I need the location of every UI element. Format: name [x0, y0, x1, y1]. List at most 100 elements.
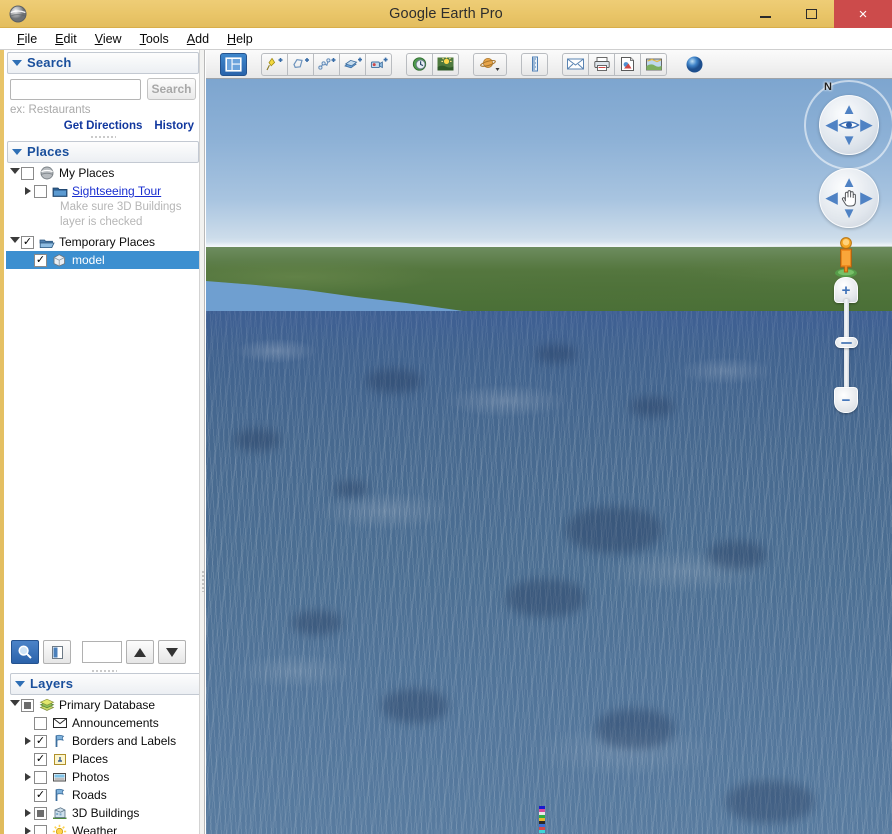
- checkbox-model[interactable]: ✓: [34, 253, 47, 267]
- google-earth-pro-window: Google Earth Pro × File Edit View Tools …: [0, 0, 892, 834]
- pegman-icon[interactable]: [833, 234, 859, 278]
- minimize-button[interactable]: [742, 0, 788, 28]
- compass-north-label: N: [824, 81, 832, 93]
- get-directions-link[interactable]: Get Directions: [64, 120, 143, 132]
- places-item-my-places[interactable]: My Places: [6, 164, 202, 182]
- sunlight-button[interactable]: [432, 52, 459, 76]
- menu-add[interactable]: Add: [178, 30, 218, 48]
- sidebar-splitter[interactable]: [199, 50, 205, 834]
- save-image-button[interactable]: [614, 52, 641, 76]
- email-button[interactable]: [562, 52, 589, 76]
- layers-item-weather[interactable]: Weather: [6, 822, 203, 834]
- places-sun-slider-button[interactable]: [43, 640, 71, 664]
- checkbox-primary-database[interactable]: [21, 698, 34, 712]
- eye-icon[interactable]: [837, 113, 861, 137]
- checkbox-sightseeing-tour[interactable]: [34, 184, 47, 198]
- print-button[interactable]: [588, 52, 615, 76]
- add-polygon-button[interactable]: [287, 52, 314, 76]
- expander-3d-buildings[interactable]: [21, 804, 34, 822]
- look-right-arrow[interactable]: ▶: [860, 118, 872, 133]
- move-down-button[interactable]: [158, 640, 186, 664]
- zoom-handle[interactable]: [835, 337, 858, 348]
- places-item-model[interactable]: ✓ model: [6, 251, 202, 269]
- look-left-arrow[interactable]: ◀: [826, 118, 838, 133]
- view-in-maps-button[interactable]: [640, 52, 667, 76]
- zoom-out-button[interactable]: −: [834, 387, 858, 413]
- checkbox-weather[interactable]: [34, 824, 47, 834]
- zoom-slider[interactable]: + −: [834, 277, 858, 413]
- planet-switcher-button[interactable]: [473, 52, 507, 76]
- menu-edit[interactable]: Edit: [46, 30, 86, 48]
- look-joystick[interactable]: ▲ ▼ ◀ ▶: [819, 95, 879, 155]
- maximize-button[interactable]: [788, 0, 834, 28]
- water-dark-patch: [506, 579, 586, 617]
- move-right-arrow[interactable]: ▶: [860, 191, 872, 206]
- layers-item-roads[interactable]: ✓ Roads: [6, 786, 203, 804]
- menu-view[interactable]: View: [86, 30, 131, 48]
- record-tour-button[interactable]: [365, 52, 392, 76]
- sunlight-icon: [437, 56, 454, 71]
- places-filter-input[interactable]: [82, 641, 122, 663]
- search-panel-header[interactable]: Search: [7, 52, 199, 74]
- historical-imagery-button[interactable]: [406, 52, 433, 76]
- search-hint-text: ex: Restaurants: [10, 104, 91, 116]
- layers-item-borders-and-labels[interactable]: ✓ Borders and Labels: [6, 732, 203, 750]
- history-link[interactable]: History: [154, 120, 194, 132]
- water-dark-patch: [234, 429, 280, 451]
- layers-item-primary-database[interactable]: Primary Database: [6, 696, 203, 714]
- menu-help[interactable]: Help: [218, 30, 262, 48]
- sidebar: Search Search ex: Restaurants Get Direct…: [4, 50, 203, 834]
- expander-my-places[interactable]: [8, 164, 21, 182]
- close-button[interactable]: ×: [834, 0, 892, 28]
- menu-tools[interactable]: Tools: [131, 30, 178, 48]
- places-search-toggle-button[interactable]: [11, 640, 39, 664]
- layers-item-places[interactable]: ✓ Places: [6, 750, 203, 768]
- places-label[interactable]: Sightseeing Tour: [72, 182, 161, 200]
- water-dark-patch: [726, 781, 814, 823]
- layers-item-photos[interactable]: Photos: [6, 768, 203, 786]
- hand-icon[interactable]: [837, 186, 861, 210]
- layers-item-announcements[interactable]: Announcements: [6, 714, 203, 732]
- places-item-temporary-places[interactable]: ✓ Temporary Places: [6, 233, 202, 251]
- checkbox-places-layer[interactable]: ✓: [34, 752, 47, 766]
- add-image-overlay-button[interactable]: [339, 52, 366, 76]
- checkbox-temporary-places[interactable]: ✓: [21, 235, 34, 249]
- expander-temporary-places[interactable]: [8, 233, 21, 251]
- search-button[interactable]: Search: [147, 78, 196, 100]
- layers-panel-title: Layers: [30, 676, 74, 691]
- move-joystick[interactable]: ▲ ▼ ◀ ▶: [819, 168, 879, 228]
- search-input[interactable]: [10, 78, 141, 100]
- expander-borders-and-labels[interactable]: [21, 732, 34, 750]
- layers-item-3d-buildings[interactable]: 3D Buildings: [6, 804, 203, 822]
- move-up-button[interactable]: [126, 640, 154, 664]
- expander-photos[interactable]: [21, 768, 34, 786]
- expander-sightseeing-tour[interactable]: [21, 182, 34, 200]
- globe-view-button[interactable]: [681, 53, 708, 76]
- checkbox-borders-and-labels[interactable]: ✓: [34, 734, 47, 748]
- layers-label: Places: [72, 752, 109, 766]
- expander-weather[interactable]: [21, 822, 34, 834]
- toggle-sidebar-button[interactable]: [220, 52, 247, 76]
- search-places-splitter[interactable]: [10, 134, 196, 139]
- show-ruler-button[interactable]: [521, 52, 548, 76]
- globe-icon: [38, 166, 55, 181]
- chevron-down-icon: [12, 149, 22, 155]
- menu-file[interactable]: File: [8, 30, 46, 48]
- minimize-icon: [742, 0, 788, 28]
- checkbox-3d-buildings[interactable]: [34, 806, 47, 820]
- add-path-button[interactable]: [313, 52, 340, 76]
- model-marker[interactable]: [539, 806, 545, 834]
- places-panel-header[interactable]: Places: [7, 141, 199, 163]
- add-placemark-button[interactable]: [261, 52, 288, 76]
- move-left-arrow[interactable]: ◀: [826, 191, 838, 206]
- navigation-controls: N ▲ ▼ ◀ ▶ ▲ ▼ ◀ ▶ + −: [804, 79, 892, 834]
- checkbox-roads[interactable]: ✓: [34, 788, 47, 802]
- checkbox-my-places[interactable]: [21, 166, 34, 180]
- 3d-viewport[interactable]: N ▲ ▼ ◀ ▶ ▲ ▼ ◀ ▶ + −: [206, 79, 892, 834]
- places-item-sightseeing-tour[interactable]: Sightseeing Tour: [6, 182, 202, 200]
- layers-label: Weather: [72, 824, 118, 834]
- checkbox-announcements[interactable]: [34, 716, 47, 730]
- expander-primary-database[interactable]: [8, 696, 21, 714]
- checkbox-photos[interactable]: [34, 770, 47, 784]
- layers-panel-header[interactable]: Layers: [10, 673, 203, 695]
